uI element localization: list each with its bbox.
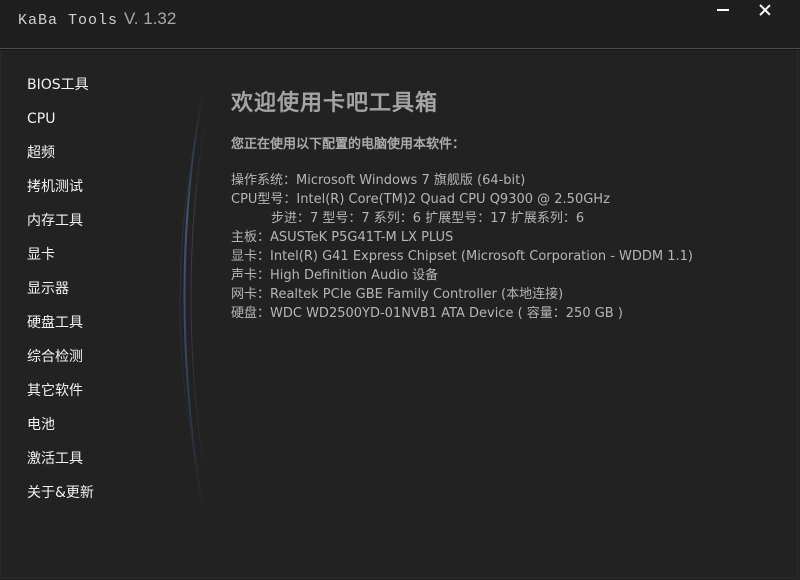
system-info-list: 操作系统：Microsoft Windows 7 旗舰版 (64-bit) CP… [231,171,791,323]
sidebar-item-other-software[interactable]: 其它软件 [27,379,83,403]
sidebar-item-bios-tools[interactable]: BIOS工具 [27,73,89,97]
main-panel: 欢迎使用卡吧工具箱 您正在使用以下配置的电脑使用本软件： 操作系统：Micros… [231,51,791,578]
info-cpu-stepping: 步进：7 型号：7 系列：6 扩展型号：17 扩展系列：6 [271,211,585,226]
sidebar-item-diagnostics[interactable]: 综合检测 [27,345,83,369]
sidebar-item-about-update[interactable]: 关于&更新 [27,481,94,505]
app-name: KaBa Tools [18,12,119,29]
sidebar: BIOS工具 CPU 超频 拷机测试 内存工具 显卡 显示器 硬盘工具 综合检测… [1,51,211,578]
title-divider [0,48,800,50]
sidebar-item-activation[interactable]: 激活工具 [27,447,83,471]
minimize-button[interactable] [703,0,743,20]
title-bar[interactable]: KaBa Tools V. 1.32 [0,0,800,48]
sidebar-item-monitor[interactable]: 显示器 [27,277,69,301]
info-sound: 声卡：High Definition Audio 设备 [231,268,439,283]
info-motherboard: 主板：ASUSTeK P5G41T-M LX PLUS [231,230,454,245]
sidebar-item-cpu[interactable]: CPU [27,107,55,131]
app-window: KaBa Tools V. 1.32 BIOS工具 CPU 超频 拷机测试 内存工… [0,0,800,580]
info-os: 操作系统：Microsoft Windows 7 旗舰版 (64-bit) [231,173,526,188]
config-subtitle: 您正在使用以下配置的电脑使用本软件： [231,137,466,152]
content-area: BIOS工具 CPU 超频 拷机测试 内存工具 显卡 显示器 硬盘工具 综合检测… [0,51,798,578]
info-network: 网卡：Realtek PCIe GBE Family Controller (本… [231,287,564,302]
app-version: V. 1.32 [124,9,177,28]
sidebar-item-disk-tools[interactable]: 硬盘工具 [27,311,83,335]
app-title: KaBa Tools V. 1.32 [18,9,176,29]
close-icon [759,4,771,16]
sidebar-item-overclock[interactable]: 超频 [27,141,55,165]
info-disk: 硬盘：WDC WD2500YD-01NVB1 ATA Device ( 容量：2… [231,306,623,321]
sidebar-item-battery[interactable]: 电池 [27,413,55,437]
sidebar-item-memory-tools[interactable]: 内存工具 [27,209,83,233]
info-cpu-model: CPU型号：Intel(R) Core(TM)2 Quad CPU Q9300 … [231,192,610,207]
page-title: 欢迎使用卡吧工具箱 [231,91,439,116]
sidebar-item-stress-test[interactable]: 拷机测试 [27,175,83,199]
sidebar-glow-divider [179,91,208,511]
info-graphics: 显卡：Intel(R) G41 Express Chipset (Microso… [231,249,693,264]
close-button[interactable] [745,0,785,20]
sidebar-item-graphics[interactable]: 显卡 [27,243,55,267]
minimize-icon [717,9,729,11]
